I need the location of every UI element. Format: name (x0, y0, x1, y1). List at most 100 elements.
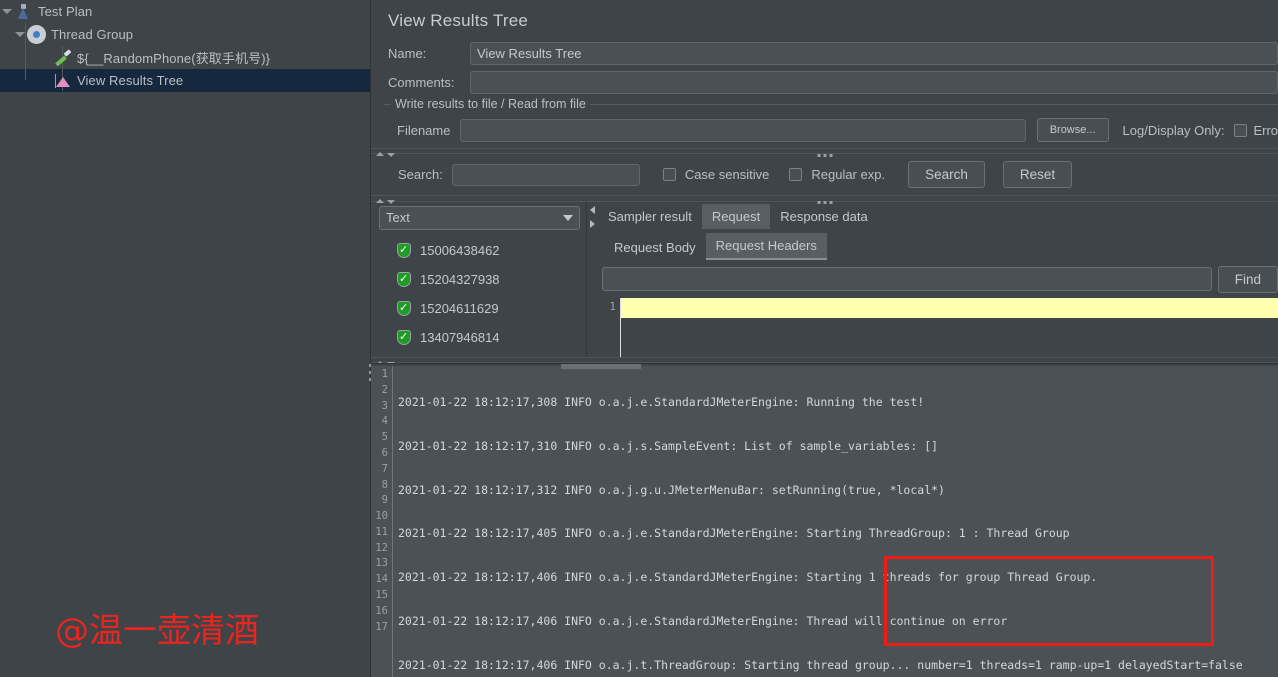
test-plan-tree: Test Plan Thread Group ${__RandomPhone(获… (0, 0, 372, 677)
log-line: 2021-01-22 18:12:17,405 INFO o.a.j.e.Sta… (398, 526, 1070, 541)
collapse-expand-arrows[interactable] (376, 152, 395, 157)
search-button[interactable]: Search (908, 161, 985, 189)
log-display-only-label: Log/Display Only: (1122, 122, 1225, 138)
tree-item-label: Thread Group (51, 27, 134, 42)
list-item[interactable]: 15204327938 (379, 265, 586, 294)
list-item[interactable]: 15204611629 (379, 294, 586, 323)
log-line-number: 13 (375, 557, 388, 570)
gear-icon (26, 24, 48, 46)
renderer-select[interactable]: Text (379, 205, 580, 230)
comments-input[interactable] (470, 71, 1278, 94)
success-shield-icon (397, 242, 411, 258)
list-item[interactable]: 15006438462 (379, 236, 586, 265)
log-line-number: 4 (381, 415, 388, 428)
log-line-number: 11 (375, 525, 388, 538)
tab-response-data[interactable]: Response data (770, 204, 877, 229)
page-title: View Results Tree (388, 11, 529, 30)
log-line-numbers: 1 2 3 4 5 6 7 8 9 10 11 12 13 14 15 16 1 (371, 365, 393, 677)
arrow-down-icon[interactable] (387, 153, 395, 157)
browse-button[interactable]: Browse... (1036, 118, 1109, 142)
arrow-down-icon[interactable] (387, 200, 395, 205)
reset-button[interactable]: Reset (1002, 161, 1073, 189)
pen-icon (52, 47, 74, 69)
log-viewer-panel: 1 2 3 4 5 6 7 8 9 10 11 12 13 14 15 16 1 (371, 363, 1278, 677)
tree-item-label: View Results Tree (77, 73, 184, 88)
view-results-tree-panel: View Results Tree Name: View Results Tre… (371, 0, 1278, 677)
code-content[interactable] (620, 297, 1278, 357)
search-panel-divider[interactable] (371, 148, 1278, 157)
log-lines: 2021-01-22 18:12:17,308 INFO o.a.j.e.Sta… (393, 366, 1278, 677)
log-line-number: 9 (381, 494, 388, 507)
group-legend: Write results to file / Read from file (391, 97, 590, 111)
arrow-left-icon[interactable] (590, 205, 595, 214)
log-line: 2021-01-22 18:12:17,312 INFO o.a.j.g.u.J… (398, 482, 945, 497)
name-input[interactable]: View Results Tree (470, 42, 1278, 65)
errors-checkbox[interactable] (1234, 123, 1248, 137)
regular-exp-label: Regular exp. (811, 167, 886, 183)
chart-icon (52, 70, 74, 92)
log-line-number: 10 (375, 510, 388, 523)
log-line-number: 14 (375, 573, 388, 586)
log-line-number: 15 (375, 589, 388, 602)
case-sensitive-checkbox[interactable] (662, 168, 676, 182)
success-shield-icon (397, 271, 411, 287)
arrow-right-icon[interactable] (590, 219, 595, 228)
tree-item-random-phone-function[interactable]: ${__RandomPhone(获取手机号)} (0, 46, 370, 69)
tab-request[interactable]: Request (701, 203, 771, 229)
list-item-label: 15006438462 (420, 242, 500, 258)
chevron-down-icon[interactable] (13, 23, 26, 46)
chevron-down-icon[interactable] (563, 214, 573, 221)
log-line-number: 1 (381, 367, 388, 380)
find-bar: Find (598, 260, 1278, 298)
results-list-pane: Text 15006438462 15204327938 15204611629 (371, 202, 586, 374)
list-item[interactable]: 13407946814 (379, 323, 586, 352)
log-line-number: 12 (375, 541, 388, 554)
regular-exp-checkbox[interactable] (789, 168, 803, 182)
arrow-up-icon[interactable] (376, 199, 384, 204)
success-shield-icon (397, 300, 411, 316)
tree-item-view-results-tree[interactable]: View Results Tree (0, 69, 370, 92)
log-line: 2021-01-22 18:12:17,406 INFO o.a.j.t.Thr… (398, 657, 1243, 672)
arrow-up-icon[interactable] (376, 152, 384, 156)
search-label: Search: (398, 167, 443, 183)
list-item-label: 15204327938 (420, 271, 500, 287)
comments-label: Comments: (388, 75, 455, 90)
success-shield-icon (397, 329, 411, 345)
watermark-text: @温一壶清酒 (55, 611, 259, 651)
list-item-label: 13407946814 (420, 329, 500, 345)
tab-request-headers[interactable]: Request Headers (705, 232, 827, 260)
tree-item-thread-group[interactable]: Thread Group (0, 23, 370, 46)
divider-grip[interactable] (817, 201, 832, 205)
result-detail-pane: Sampler result Request Response data Req… (598, 202, 1278, 357)
log-horizontal-scrollbar[interactable] (371, 363, 1278, 370)
tab-sampler-result[interactable]: Sampler result (598, 204, 702, 229)
find-input[interactable] (602, 267, 1212, 292)
results-inner-splitter[interactable] (586, 201, 598, 357)
filename-input[interactable] (460, 118, 1026, 142)
scrollbar-thumb[interactable] (561, 364, 641, 370)
log-line: 2021-01-22 18:12:17,406 INFO o.a.j.e.Sta… (398, 570, 1098, 585)
collapse-expand-arrows[interactable] (376, 199, 395, 205)
request-subtabs: Request Body Request Headers (598, 229, 1278, 260)
log-line-number: 16 (375, 604, 388, 617)
result-tabs: Sampler result Request Response data (598, 202, 1278, 229)
tree-item-test-plan[interactable]: Test Plan (0, 0, 370, 23)
tab-request-body[interactable]: Request Body (604, 235, 706, 260)
tree-item-label: ${__RandomPhone(获取手机号)} (77, 51, 271, 66)
filename-row: Filename Browse... Log/Display Only: Err… (384, 114, 1278, 148)
list-item-label: 15204611629 (420, 300, 499, 316)
find-button[interactable]: Find (1217, 265, 1278, 293)
divider-grip[interactable] (817, 154, 832, 157)
log-body[interactable]: 1 2 3 4 5 6 7 8 9 10 11 12 13 14 15 16 1 (371, 365, 1278, 677)
request-headers-viewer: 1 (598, 297, 1278, 357)
code-gutter: 1 (598, 297, 620, 357)
log-line-number: 3 (381, 399, 388, 412)
tree-item-label: Test Plan (38, 4, 93, 19)
write-results-group: Write results to file / Read from file F… (384, 97, 1278, 148)
chevron-down-icon[interactable] (0, 0, 13, 23)
filename-label: Filename (397, 122, 451, 138)
search-bar: Search: Case sensitive Regular exp. Sear… (371, 154, 1278, 195)
results-panel-divider[interactable] (371, 195, 1278, 205)
log-line-number: 17 (375, 620, 388, 633)
search-input[interactable] (451, 163, 640, 186)
